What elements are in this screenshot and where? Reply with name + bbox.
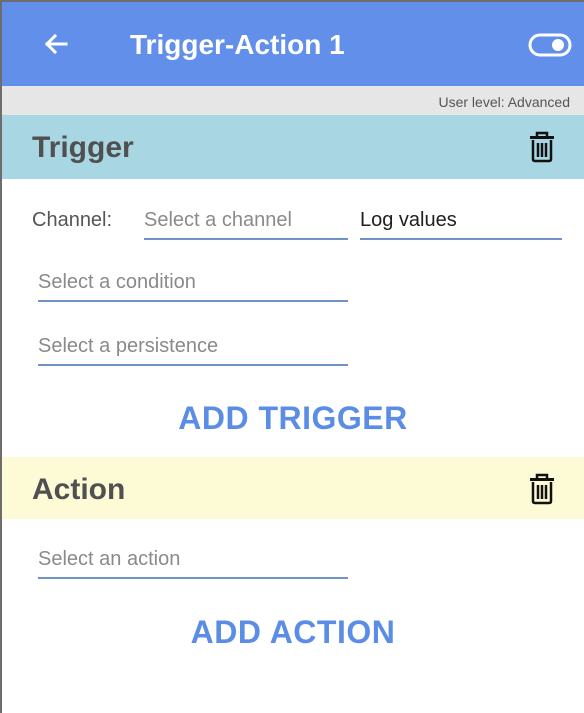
user-level-bar: User level: Advanced: [2, 86, 584, 115]
condition-placeholder: Select a condition: [38, 271, 196, 293]
channel-label: Channel:: [32, 209, 113, 231]
trash-icon[interactable]: [528, 473, 556, 505]
arrow-left-icon[interactable]: [40, 28, 72, 60]
add-action-button[interactable]: ADD ACTION: [2, 614, 584, 651]
action-select[interactable]: Select an action: [38, 543, 348, 579]
app-bar: Trigger-Action 1: [2, 2, 584, 86]
action-header: Action: [2, 457, 584, 519]
trigger-header: Trigger: [2, 115, 584, 179]
condition-select[interactable]: Select a condition: [38, 266, 348, 302]
trigger-title: Trigger: [32, 131, 134, 164]
page-title: Trigger-Action 1: [130, 29, 345, 60]
persistence-placeholder: Select a persistence: [38, 335, 219, 357]
toggle-on-icon[interactable]: [528, 32, 572, 58]
log-values-text: Log values: [360, 209, 457, 231]
channel-placeholder: Select a channel: [144, 209, 292, 231]
log-values-select[interactable]: Log values: [360, 204, 562, 240]
trash-icon[interactable]: [528, 131, 556, 163]
persistence-select[interactable]: Select a persistence: [38, 330, 348, 366]
action-placeholder: Select an action: [38, 548, 181, 570]
user-level-text: User level: Advanced: [438, 94, 570, 110]
channel-select[interactable]: Select a channel: [144, 204, 348, 240]
action-title: Action: [32, 473, 126, 506]
add-trigger-button[interactable]: ADD TRIGGER: [2, 400, 584, 437]
